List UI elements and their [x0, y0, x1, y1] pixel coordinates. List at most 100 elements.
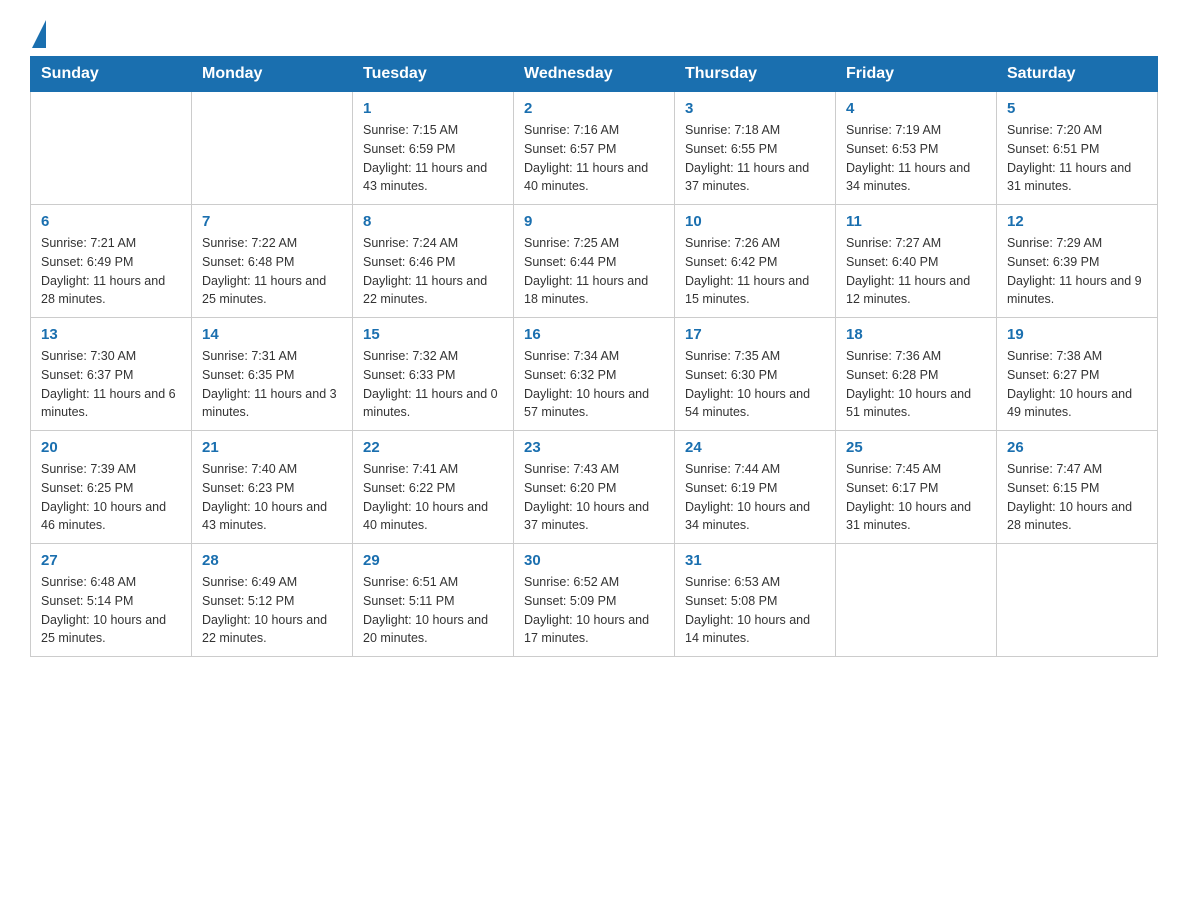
- day-info: Sunrise: 7:22 AMSunset: 6:48 PMDaylight:…: [202, 234, 342, 309]
- day-number: 23: [524, 439, 664, 456]
- day-info: Sunrise: 7:26 AMSunset: 6:42 PMDaylight:…: [685, 234, 825, 309]
- day-info: Sunrise: 7:20 AMSunset: 6:51 PMDaylight:…: [1007, 121, 1147, 196]
- day-number: 27: [41, 552, 181, 569]
- day-number: 8: [363, 213, 503, 230]
- day-number: 11: [846, 213, 986, 230]
- day-info: Sunrise: 7:15 AMSunset: 6:59 PMDaylight:…: [363, 121, 503, 196]
- calendar-cell: 8 Sunrise: 7:24 AMSunset: 6:46 PMDaylight…: [353, 205, 514, 318]
- calendar-cell: 6 Sunrise: 7:21 AMSunset: 6:49 PMDaylight…: [31, 205, 192, 318]
- calendar-cell: 11 Sunrise: 7:27 AMSunset: 6:40 PMDayligh…: [836, 205, 997, 318]
- day-number: 13: [41, 326, 181, 343]
- day-info: Sunrise: 7:16 AMSunset: 6:57 PMDaylight:…: [524, 121, 664, 196]
- day-info: Sunrise: 6:51 AMSunset: 5:11 PMDaylight:…: [363, 573, 503, 648]
- day-info: Sunrise: 7:27 AMSunset: 6:40 PMDaylight:…: [846, 234, 986, 309]
- calendar-cell: 27 Sunrise: 6:48 AMSunset: 5:14 PMDayligh…: [31, 544, 192, 657]
- calendar-cell: 22Sunrise: 7:41 AMSunset: 6:22 PMDayligh…: [353, 431, 514, 544]
- day-info: Sunrise: 7:25 AMSunset: 6:44 PMDaylight:…: [524, 234, 664, 309]
- calendar-cell: 30 Sunrise: 6:52 AMSunset: 5:09 PMDayligh…: [514, 544, 675, 657]
- calendar-cell: 18 Sunrise: 7:36 AMSunset: 6:28 PMDayligh…: [836, 318, 997, 431]
- calendar-cell: 25 Sunrise: 7:45 AMSunset: 6:17 PMDayligh…: [836, 431, 997, 544]
- day-info: Sunrise: 7:45 AMSunset: 6:17 PMDaylight:…: [846, 460, 986, 535]
- day-info: Sunrise: 7:21 AMSunset: 6:49 PMDaylight:…: [41, 234, 181, 309]
- page-header: [30, 20, 1158, 46]
- day-number: 30: [524, 552, 664, 569]
- day-info: Sunrise: 7:31 AMSunset: 6:35 PMDaylight:…: [202, 347, 342, 422]
- day-number: 17: [685, 326, 825, 343]
- calendar-cell: 1 Sunrise: 7:15 AMSunset: 6:59 PMDaylight…: [353, 92, 514, 205]
- calendar-cell: 19 Sunrise: 7:38 AMSunset: 6:27 PMDayligh…: [997, 318, 1158, 431]
- day-info: Sunrise: 7:35 AMSunset: 6:30 PMDaylight:…: [685, 347, 825, 422]
- calendar-week-row: 1 Sunrise: 7:15 AMSunset: 6:59 PMDaylight…: [31, 92, 1158, 205]
- calendar-cell: 15 Sunrise: 7:32 AMSunset: 6:33 PMDayligh…: [353, 318, 514, 431]
- day-header-wednesday: Wednesday: [514, 57, 675, 92]
- day-info: Sunrise: 6:49 AMSunset: 5:12 PMDaylight:…: [202, 573, 342, 648]
- day-number: 25: [846, 439, 986, 456]
- day-number: 31: [685, 552, 825, 569]
- day-number: 2: [524, 100, 664, 117]
- day-number: 7: [202, 213, 342, 230]
- calendar-cell: 28 Sunrise: 6:49 AMSunset: 5:12 PMDayligh…: [192, 544, 353, 657]
- day-number: 16: [524, 326, 664, 343]
- calendar-cell: 12 Sunrise: 7:29 AMSunset: 6:39 PMDayligh…: [997, 205, 1158, 318]
- day-number: 14: [202, 326, 342, 343]
- calendar-cell: 26Sunrise: 7:47 AMSunset: 6:15 PMDayligh…: [997, 431, 1158, 544]
- calendar-cell: 13 Sunrise: 7:30 AMSunset: 6:37 PMDayligh…: [31, 318, 192, 431]
- day-info: Sunrise: 7:30 AMSunset: 6:37 PMDaylight:…: [41, 347, 181, 422]
- day-info: Sunrise: 7:29 AMSunset: 6:39 PMDaylight:…: [1007, 234, 1147, 309]
- day-info: Sunrise: 7:38 AMSunset: 6:27 PMDaylight:…: [1007, 347, 1147, 422]
- day-number: 19: [1007, 326, 1147, 343]
- day-number: 1: [363, 100, 503, 117]
- calendar-cell: 17 Sunrise: 7:35 AMSunset: 6:30 PMDayligh…: [675, 318, 836, 431]
- day-info: Sunrise: 6:52 AMSunset: 5:09 PMDaylight:…: [524, 573, 664, 648]
- day-header-saturday: Saturday: [997, 57, 1158, 92]
- day-number: 20: [41, 439, 181, 456]
- logo: [30, 20, 46, 46]
- calendar-cell: 3Sunrise: 7:18 AMSunset: 6:55 PMDaylight…: [675, 92, 836, 205]
- calendar-week-row: 6 Sunrise: 7:21 AMSunset: 6:49 PMDaylight…: [31, 205, 1158, 318]
- day-info: Sunrise: 7:41 AMSunset: 6:22 PMDaylight:…: [363, 460, 503, 535]
- day-info: Sunrise: 7:36 AMSunset: 6:28 PMDaylight:…: [846, 347, 986, 422]
- calendar-cell: 5Sunrise: 7:20 AMSunset: 6:51 PMDaylight…: [997, 92, 1158, 205]
- day-info: Sunrise: 7:19 AMSunset: 6:53 PMDaylight:…: [846, 121, 986, 196]
- calendar-table: SundayMondayTuesdayWednesdayThursdayFrid…: [30, 56, 1158, 657]
- calendar-header-row: SundayMondayTuesdayWednesdayThursdayFrid…: [31, 57, 1158, 92]
- day-number: 21: [202, 439, 342, 456]
- day-number: 12: [1007, 213, 1147, 230]
- calendar-cell: 4 Sunrise: 7:19 AMSunset: 6:53 PMDaylight…: [836, 92, 997, 205]
- calendar-cell: 24Sunrise: 7:44 AMSunset: 6:19 PMDayligh…: [675, 431, 836, 544]
- calendar-cell: [997, 544, 1158, 657]
- calendar-week-row: 27 Sunrise: 6:48 AMSunset: 5:14 PMDayligh…: [31, 544, 1158, 657]
- calendar-week-row: 13 Sunrise: 7:30 AMSunset: 6:37 PMDayligh…: [31, 318, 1158, 431]
- day-info: Sunrise: 7:44 AMSunset: 6:19 PMDaylight:…: [685, 460, 825, 535]
- day-number: 15: [363, 326, 503, 343]
- calendar-cell: 20 Sunrise: 7:39 AMSunset: 6:25 PMDayligh…: [31, 431, 192, 544]
- day-header-tuesday: Tuesday: [353, 57, 514, 92]
- day-number: 10: [685, 213, 825, 230]
- calendar-cell: 2 Sunrise: 7:16 AMSunset: 6:57 PMDaylight…: [514, 92, 675, 205]
- day-info: Sunrise: 6:48 AMSunset: 5:14 PMDaylight:…: [41, 573, 181, 648]
- day-number: 6: [41, 213, 181, 230]
- day-header-thursday: Thursday: [675, 57, 836, 92]
- day-number: 18: [846, 326, 986, 343]
- day-number: 3: [685, 100, 825, 117]
- day-number: 9: [524, 213, 664, 230]
- calendar-cell: [836, 544, 997, 657]
- day-number: 29: [363, 552, 503, 569]
- calendar-cell: [31, 92, 192, 205]
- day-info: Sunrise: 6:53 AMSunset: 5:08 PMDaylight:…: [685, 573, 825, 648]
- day-info: Sunrise: 7:24 AMSunset: 6:46 PMDaylight:…: [363, 234, 503, 309]
- day-info: Sunrise: 7:34 AMSunset: 6:32 PMDaylight:…: [524, 347, 664, 422]
- logo-triangle-icon: [32, 20, 46, 48]
- calendar-cell: [192, 92, 353, 205]
- day-info: Sunrise: 7:39 AMSunset: 6:25 PMDaylight:…: [41, 460, 181, 535]
- day-header-monday: Monday: [192, 57, 353, 92]
- day-info: Sunrise: 7:40 AMSunset: 6:23 PMDaylight:…: [202, 460, 342, 535]
- calendar-cell: 9 Sunrise: 7:25 AMSunset: 6:44 PMDaylight…: [514, 205, 675, 318]
- day-number: 4: [846, 100, 986, 117]
- day-info: Sunrise: 7:43 AMSunset: 6:20 PMDaylight:…: [524, 460, 664, 535]
- calendar-cell: 7 Sunrise: 7:22 AMSunset: 6:48 PMDaylight…: [192, 205, 353, 318]
- day-info: Sunrise: 7:32 AMSunset: 6:33 PMDaylight:…: [363, 347, 503, 422]
- day-number: 28: [202, 552, 342, 569]
- calendar-cell: 23 Sunrise: 7:43 AMSunset: 6:20 PMDayligh…: [514, 431, 675, 544]
- day-number: 26: [1007, 439, 1147, 456]
